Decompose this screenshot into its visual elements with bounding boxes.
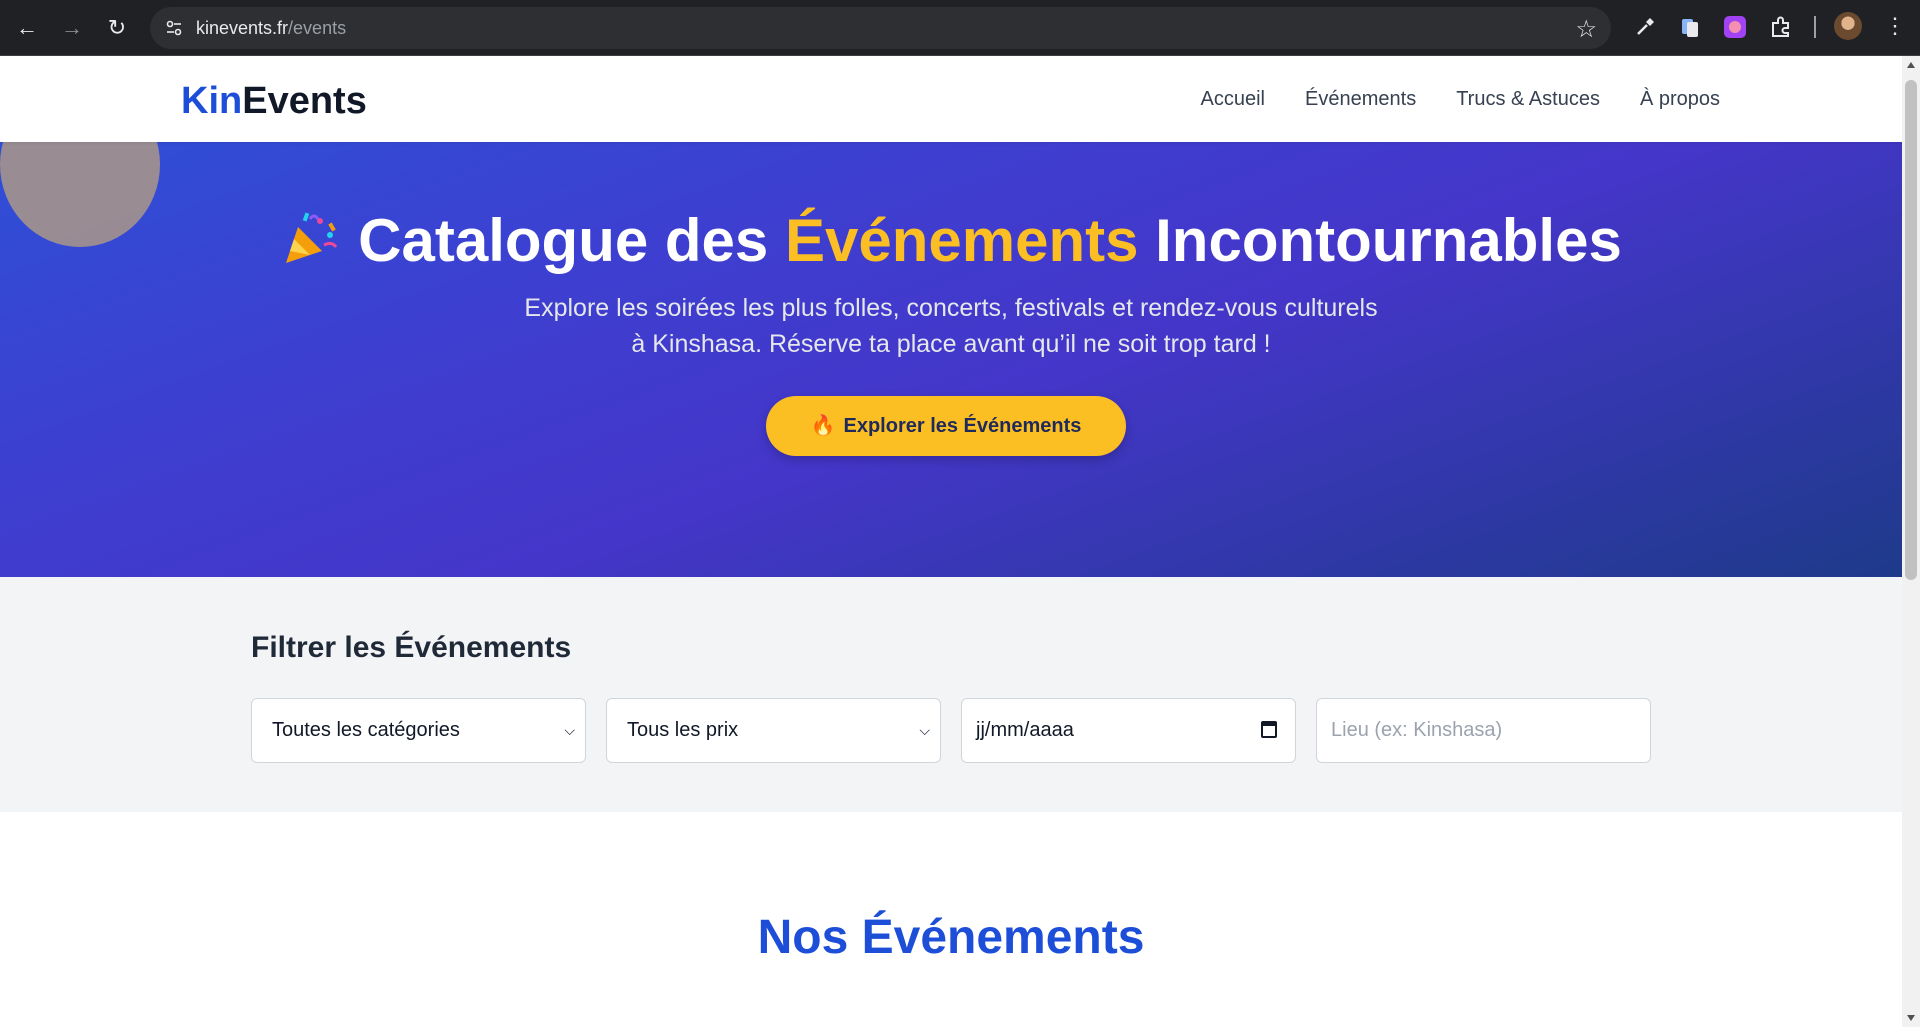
main-nav: Accueil Événements Trucs & Astuces À pro… — [1201, 88, 1720, 111]
back-arrow-icon[interactable]: ← — [12, 13, 42, 43]
page-scrollbar[interactable] — [1902, 56, 1920, 1027]
browser-toolbar: ← → ↻ kinevents.fr/events ☆ ⋮ — [0, 0, 1920, 56]
hero-title: Catalogue des Événements Incontournables — [0, 206, 1902, 275]
forward-arrow-icon[interactable]: → — [57, 13, 87, 43]
site-header: KinEvents Accueil Événements Trucs & Ast… — [0, 56, 1902, 142]
nav-accueil[interactable]: Accueil — [1201, 88, 1265, 111]
hero-subtitle-line1: Explore les soirées les plus folles, con… — [524, 294, 1378, 322]
hero-subtitle-line2: à Kinshasa. Réserve ta place avant qu’il… — [631, 330, 1271, 358]
chat-extension-icon[interactable] — [1722, 14, 1748, 40]
address-bar[interactable]: kinevents.fr/events ☆ — [150, 7, 1611, 49]
profile-avatar[interactable] — [1834, 12, 1862, 40]
fire-icon: 🔥 — [810, 415, 836, 437]
page: KinEvents Accueil Événements Trucs & Ast… — [0, 56, 1902, 1027]
files-extension-icon[interactable] — [1677, 14, 1703, 40]
scroll-up-arrow-icon[interactable] — [1907, 62, 1915, 68]
calendar-icon[interactable] — [1261, 721, 1277, 738]
extensions-puzzle-icon[interactable] — [1768, 14, 1794, 40]
nav-evenements[interactable]: Événements — [1305, 88, 1416, 111]
price-select[interactable]: Tous les prix ⌵ — [606, 698, 941, 763]
scrollbar-thumb[interactable] — [1905, 80, 1917, 580]
bookmark-star-icon[interactable]: ☆ — [1575, 15, 1597, 44]
filters-title: Filtrer les Événements — [251, 631, 572, 664]
menu-kebab-icon[interactable]: ⋮ — [1884, 12, 1906, 40]
party-popper-icon — [286, 212, 338, 263]
events-section-title: Nos Événements — [757, 911, 1145, 964]
explore-events-button[interactable]: 🔥 Explorer les Événements — [766, 396, 1126, 456]
logo[interactable]: KinEvents — [181, 80, 367, 123]
nav-trucs-astuces[interactable]: Trucs & Astuces — [1456, 88, 1600, 111]
url-text: kinevents.fr/events — [196, 18, 347, 38]
eyedropper-extension-icon[interactable] — [1632, 14, 1658, 40]
reload-icon[interactable]: ↻ — [102, 13, 132, 43]
chevron-down-icon: ⌵ — [919, 722, 930, 738]
nav-a-propos[interactable]: À propos — [1640, 88, 1720, 111]
hero-section: Catalogue des Événements Incontournables… — [0, 142, 1902, 577]
category-select[interactable]: Toutes les catégories ⌵ — [251, 698, 586, 763]
chevron-down-icon: ⌵ — [564, 722, 575, 738]
scroll-down-arrow-icon[interactable] — [1907, 1015, 1915, 1021]
location-input[interactable]: Lieu (ex: Kinshasa) — [1316, 698, 1651, 763]
filters-section: Filtrer les Événements Toutes les catégo… — [0, 577, 1902, 812]
hero-subtitle: Explore les soirées les plus folles, con… — [0, 290, 1902, 362]
site-settings-icon[interactable] — [164, 18, 184, 38]
date-input[interactable]: jj/mm/aaaa — [961, 698, 1296, 763]
toolbar-divider — [1814, 16, 1816, 38]
